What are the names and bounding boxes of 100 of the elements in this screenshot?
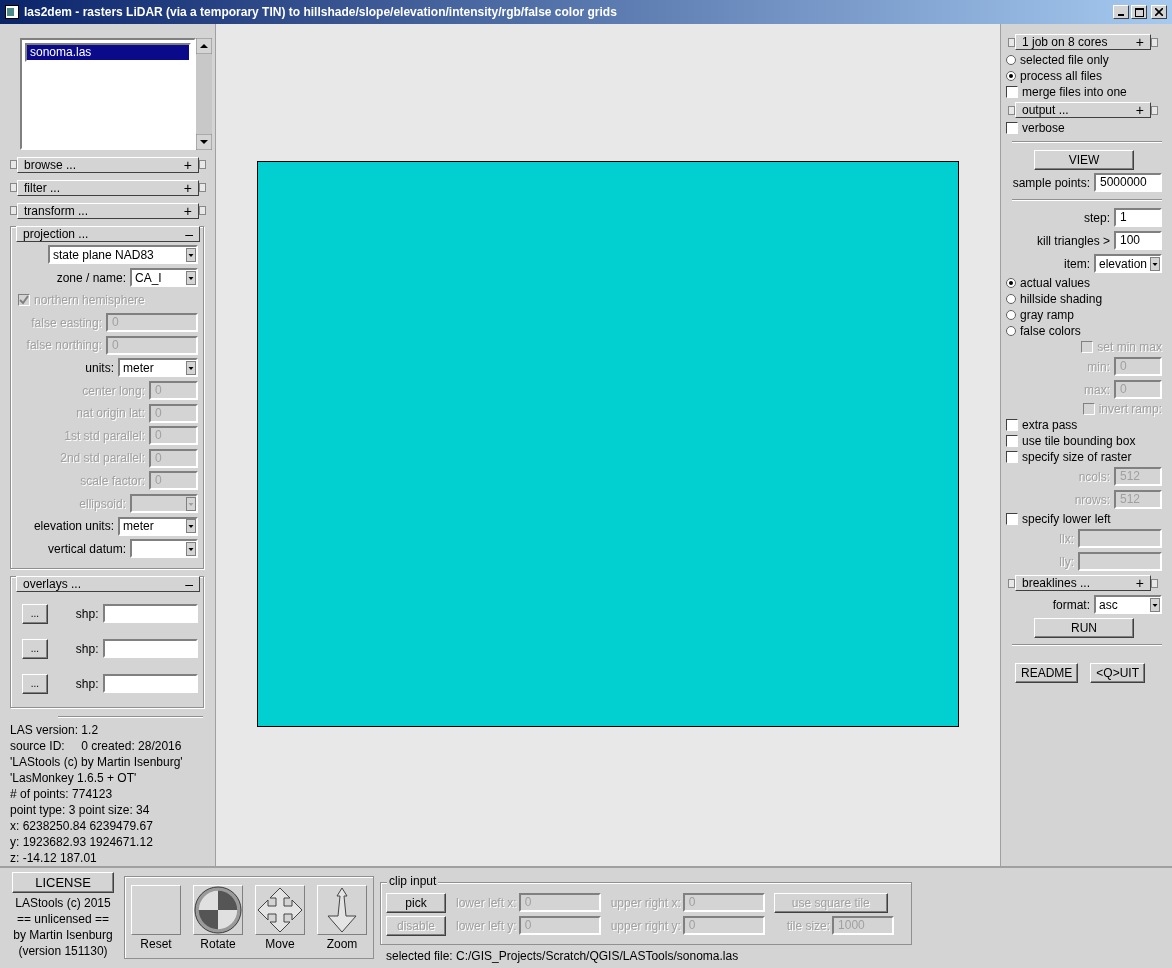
radio-button[interactable] bbox=[1006, 310, 1016, 320]
dropdown[interactable]: state plane NAD83 bbox=[48, 245, 198, 265]
section-header[interactable]: output ... + bbox=[1015, 102, 1151, 118]
grip-handle[interactable] bbox=[1008, 578, 1015, 588]
dropdown[interactable]: meter bbox=[118, 516, 198, 536]
checkbox-label: verbose bbox=[1022, 121, 1065, 135]
radio-label: process all files bbox=[1020, 69, 1103, 83]
file-list-item[interactable]: sonoma.las bbox=[25, 43, 191, 62]
field-label: sample points: bbox=[1012, 175, 1090, 190]
grip-handle[interactable] bbox=[1008, 105, 1015, 115]
info-text: 'LasMonkey 1.6.5 + OT' bbox=[10, 770, 138, 786]
action-button[interactable]: VIEW bbox=[1034, 149, 1134, 170]
checkbox-label: specify lower left bbox=[1022, 512, 1111, 526]
input-field[interactable]: 1 bbox=[1114, 208, 1162, 227]
section-header[interactable]: filter ... + bbox=[17, 179, 199, 196]
four-way-arrow-icon bbox=[256, 886, 304, 934]
grip-handle[interactable] bbox=[1151, 37, 1158, 47]
browse-button[interactable]: ... bbox=[22, 603, 48, 624]
section-header[interactable]: browse ... + bbox=[17, 156, 199, 173]
license-text: LAStools (c) 2015 bbox=[15, 895, 111, 911]
action-button[interactable]: RUN bbox=[1034, 617, 1134, 638]
panel-title: clip input bbox=[387, 874, 439, 888]
browse-button[interactable]: ... bbox=[22, 673, 48, 694]
dropdown[interactable]: asc bbox=[1094, 595, 1162, 614]
section-header[interactable]: transform ... + bbox=[17, 202, 199, 219]
close-icon bbox=[1155, 8, 1163, 16]
grip-handle[interactable] bbox=[10, 160, 17, 170]
field-label: vertical datum: bbox=[47, 541, 126, 556]
clip-button[interactable]: pick bbox=[386, 892, 446, 913]
field-label: zone / name: bbox=[56, 270, 126, 285]
radio-button[interactable] bbox=[1006, 71, 1016, 81]
info-text: point type: 3 point size: 34 bbox=[10, 802, 151, 818]
window-title: las2dem - rasters LiDAR (via a temporary TIN) to hillshade/slope/elevation/intensity/rgb/false color grids bbox=[24, 5, 618, 19]
grip-handle[interactable] bbox=[10, 206, 17, 216]
radio-button[interactable] bbox=[1006, 55, 1016, 65]
field-label: shp: bbox=[75, 676, 99, 691]
sphere-icon bbox=[194, 885, 242, 935]
scrollbar[interactable] bbox=[196, 38, 212, 150]
checkbox[interactable] bbox=[1006, 122, 1018, 134]
checkbox-label: merge files into one bbox=[1022, 85, 1127, 99]
info-text: LAS version: 1.2 bbox=[10, 722, 100, 738]
checkbox-label: specify size of raster bbox=[1022, 450, 1132, 464]
grip-handle[interactable] bbox=[1151, 578, 1158, 588]
info-text: source ID: 0 created: 28/2016 bbox=[10, 738, 183, 754]
field-label: kill triangles > bbox=[1036, 233, 1110, 248]
checkbox[interactable] bbox=[1006, 435, 1018, 447]
radio-button[interactable] bbox=[1006, 326, 1016, 336]
grip-handle[interactable] bbox=[199, 160, 206, 170]
radio-button[interactable] bbox=[1006, 294, 1016, 304]
input-field[interactable]: 100 bbox=[1114, 231, 1162, 250]
dropdown[interactable]: elevation bbox=[1094, 254, 1162, 273]
section-header[interactable]: projection ... – bbox=[16, 225, 200, 242]
checkbox[interactable] bbox=[1006, 513, 1018, 525]
radio-label: selected file only bbox=[1020, 53, 1109, 67]
info-text: x: 6238250.84 6239479.67 bbox=[10, 818, 154, 834]
input-field[interactable] bbox=[102, 639, 198, 658]
maximize-button[interactable] bbox=[1131, 5, 1147, 19]
radio-button[interactable] bbox=[1006, 278, 1016, 288]
tool-button[interactable] bbox=[193, 885, 243, 935]
input-field[interactable] bbox=[102, 674, 198, 693]
action-button[interactable]: <Q>UIT bbox=[1090, 663, 1146, 683]
action-button[interactable]: README bbox=[1015, 663, 1079, 683]
info-text: y: 1923682.93 1924671.12 bbox=[10, 834, 154, 850]
grip-handle[interactable] bbox=[199, 183, 206, 193]
tool-label: Move bbox=[265, 937, 295, 951]
grip-handle[interactable] bbox=[1008, 37, 1015, 47]
window-icon bbox=[5, 5, 19, 19]
grip-handle[interactable] bbox=[199, 206, 206, 216]
field-label: shp: bbox=[75, 606, 99, 621]
dropdown[interactable]: CA_I bbox=[130, 268, 198, 288]
field-label: item: bbox=[1064, 256, 1090, 271]
radio-label: false colors bbox=[1020, 324, 1081, 338]
input-field[interactable]: 5000000 bbox=[1094, 173, 1162, 192]
field-label: elevation units: bbox=[33, 519, 114, 534]
grip-handle[interactable] bbox=[1151, 105, 1158, 115]
checkbox-label: extra pass bbox=[1022, 418, 1078, 432]
checkbox-label: use tile bounding box bbox=[1022, 434, 1136, 448]
checkbox[interactable] bbox=[1006, 86, 1018, 98]
field-label: shp: bbox=[75, 641, 99, 656]
grip-handle[interactable] bbox=[10, 183, 17, 193]
checkbox[interactable] bbox=[1006, 451, 1018, 463]
info-text: 'LAStools (c) by Martin Isenburg' bbox=[10, 754, 184, 770]
section-header[interactable]: breaklines ... + bbox=[1015, 575, 1151, 591]
dropdown[interactable]: meter bbox=[118, 358, 198, 378]
browse-button[interactable]: ... bbox=[22, 638, 48, 659]
field-label: units: bbox=[85, 360, 114, 375]
section-header[interactable]: overlays ... – bbox=[16, 576, 200, 592]
minimize-button[interactable] bbox=[1113, 5, 1129, 19]
scroll-up-icon[interactable] bbox=[196, 38, 212, 54]
checkbox[interactable] bbox=[1006, 419, 1018, 431]
section-header[interactable]: 1 job on 8 cores + bbox=[1015, 34, 1151, 50]
close-button[interactable] bbox=[1151, 5, 1167, 19]
dropdown[interactable] bbox=[130, 539, 198, 559]
license-text: == unlicensed == bbox=[16, 911, 110, 927]
input-field[interactable] bbox=[102, 604, 198, 623]
info-text: # of points: 774123 bbox=[10, 786, 114, 802]
field-label: format: bbox=[1052, 597, 1090, 612]
license-button[interactable]: LICENSE bbox=[12, 872, 114, 893]
radio-label: gray ramp bbox=[1020, 308, 1075, 322]
tool-label: Zoom bbox=[326, 937, 358, 951]
